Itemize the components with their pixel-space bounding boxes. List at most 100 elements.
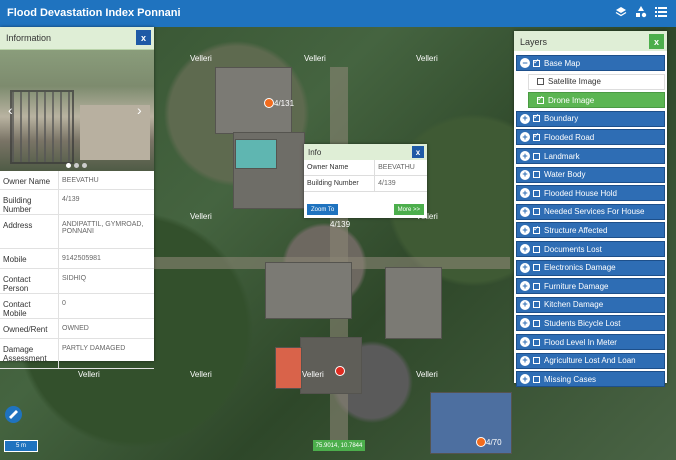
layer-label: Missing Cases	[544, 374, 597, 384]
layer-row[interactable]: + Landmark	[516, 148, 665, 164]
field-label: Owned/Rent	[0, 318, 59, 339]
checkbox[interactable]	[533, 171, 540, 179]
field-value: 4/139	[58, 189, 154, 215]
checkbox[interactable]	[533, 375, 540, 383]
expand-icon[interactable]: +	[520, 262, 530, 273]
building	[265, 262, 352, 319]
field-label: Contact Person	[0, 268, 59, 294]
expand-icon[interactable]: +	[520, 132, 530, 143]
checkbox[interactable]	[533, 224, 540, 234]
expand-icon[interactable]: +	[520, 374, 530, 385]
expand-icon[interactable]: +	[520, 318, 530, 329]
field-value: OWNED	[58, 318, 154, 339]
collapse-icon[interactable]: −	[520, 58, 530, 68]
building-marker[interactable]	[476, 437, 486, 447]
checkbox[interactable]	[533, 319, 540, 327]
place-label: Velleri	[304, 54, 326, 63]
checkbox[interactable]	[533, 357, 540, 365]
field-value: 4/139	[374, 175, 427, 192]
field-label: Owner Name	[0, 171, 59, 190]
layer-label: Agriculture Lost And Loan	[544, 356, 636, 366]
checkbox[interactable]	[537, 78, 544, 86]
checkbox[interactable]	[533, 282, 540, 290]
checkbox[interactable]	[533, 208, 540, 216]
table-row: Contact Person SIDHIQ	[0, 268, 154, 294]
chevron-right-icon[interactable]: ›	[137, 102, 142, 118]
layer-row[interactable]: + Kitchen Damage	[516, 296, 665, 313]
scale-bar: 5 m	[4, 440, 38, 452]
close-button[interactable]: x	[136, 30, 151, 45]
checkbox[interactable]	[533, 131, 540, 141]
expand-icon[interactable]: +	[520, 355, 530, 366]
information-panel-title: Information	[6, 33, 52, 43]
building-marker[interactable]	[264, 98, 274, 108]
checkbox[interactable]	[533, 112, 540, 123]
shapes-icon[interactable]	[634, 5, 648, 19]
information-panel: Information x ‹ › Owner Name BEEVATHU Bui…	[0, 27, 154, 369]
coordinates-readout: 75.9014, 10.7844	[313, 440, 365, 451]
info-popup-table: Owner Name BEEVATHU Building Number 4/139	[304, 160, 427, 192]
layer-row[interactable]: + Flood Level In Meter	[516, 334, 665, 350]
expand-icon[interactable]: +	[520, 169, 530, 180]
expand-icon[interactable]: +	[520, 206, 530, 217]
expand-icon[interactable]: +	[520, 151, 530, 161]
checkbox[interactable]	[533, 152, 540, 160]
field-label: Building Number	[304, 175, 375, 192]
layer-label: Water Body	[544, 170, 586, 180]
carousel-dot[interactable]	[82, 163, 87, 168]
expand-icon[interactable]: +	[520, 337, 530, 347]
expand-icon[interactable]: +	[520, 281, 530, 292]
layer-row[interactable]: + Flooded Road	[516, 129, 665, 146]
layer-row-sub[interactable]: Drone Image	[528, 92, 665, 109]
building-marker[interactable]	[335, 366, 345, 376]
expand-icon[interactable]: +	[520, 299, 530, 310]
more-button[interactable]: More >>	[393, 204, 424, 215]
expand-icon[interactable]: +	[520, 188, 530, 199]
layer-row[interactable]: + Missing Cases	[516, 371, 665, 388]
ruler-icon[interactable]	[5, 406, 22, 423]
layer-label: Electronics Damage	[544, 263, 616, 273]
place-label: Velleri	[190, 54, 212, 63]
chevron-left-icon[interactable]: ‹	[8, 102, 13, 118]
expand-icon[interactable]: +	[520, 244, 530, 254]
place-label: Velleri	[416, 370, 438, 379]
layer-row[interactable]: + Students Bicycle Lost	[516, 315, 665, 332]
expand-icon[interactable]: +	[520, 225, 530, 236]
layer-row-sub[interactable]: Satellite Image	[528, 73, 665, 90]
checkbox[interactable]	[533, 301, 540, 309]
layer-row[interactable]: + Electronics Damage	[516, 259, 665, 276]
layer-label: Flooded House Hold	[544, 188, 617, 198]
carousel-dot[interactable]	[66, 163, 71, 168]
checkbox[interactable]	[533, 57, 540, 67]
checkbox[interactable]	[533, 338, 540, 346]
layer-row[interactable]: + Furniture Damage	[516, 278, 665, 295]
layers-icon[interactable]	[614, 5, 628, 19]
layer-row-base-map[interactable]: − Base Map	[516, 55, 665, 71]
table-row: Address ANDIPATTIL, GYMROAD, PONNANI	[0, 214, 154, 249]
layer-row[interactable]: + Agriculture Lost And Loan	[516, 352, 665, 369]
place-label: Velleri	[302, 370, 324, 379]
layer-row[interactable]: + Documents Lost	[516, 241, 665, 257]
field-value: PARTLY DAMAGED	[58, 338, 154, 369]
checkbox[interactable]	[533, 189, 540, 197]
close-button[interactable]: x	[412, 146, 424, 158]
layer-row[interactable]: + Boundary	[516, 110, 665, 127]
layer-label: Needed Services For House	[544, 207, 645, 217]
checkbox[interactable]	[533, 245, 540, 253]
layers-panel-header: Layers x	[514, 31, 667, 51]
checkbox[interactable]	[533, 264, 540, 272]
carousel-dot[interactable]	[74, 163, 79, 168]
zoom-to-button[interactable]: Zoom To	[307, 204, 339, 215]
layer-label: Students Bicycle Lost	[544, 318, 621, 328]
expand-icon[interactable]: +	[520, 113, 530, 124]
layer-row[interactable]: + Water Body	[516, 166, 665, 183]
list-icon[interactable]	[654, 5, 668, 19]
layer-row[interactable]: + Structure Affected	[516, 222, 665, 239]
building	[275, 347, 302, 389]
close-button[interactable]: x	[649, 34, 664, 49]
house-photo: ‹ ›	[0, 50, 154, 171]
checkbox[interactable]	[537, 94, 544, 104]
marker-label: 4/131	[274, 99, 295, 108]
layer-row[interactable]: + Needed Services For House	[516, 203, 665, 220]
layer-row[interactable]: + Flooded House Hold	[516, 185, 665, 202]
